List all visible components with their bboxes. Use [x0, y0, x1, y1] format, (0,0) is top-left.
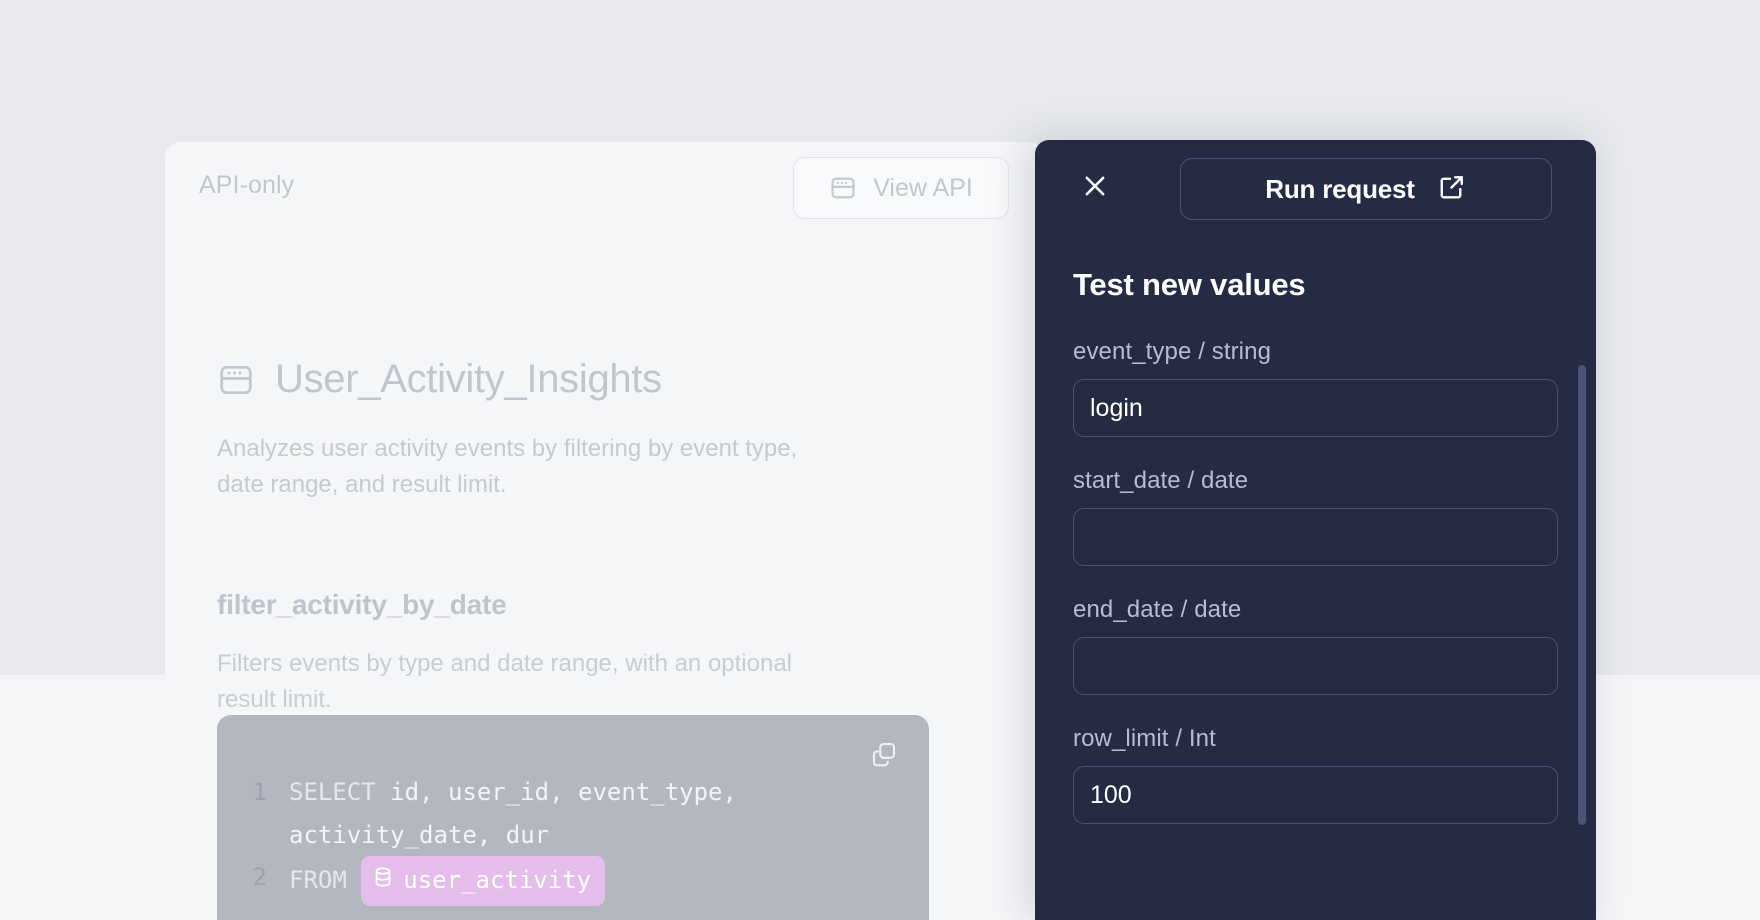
database-icon [372, 859, 394, 902]
parameter-fields: event_type / string start_date / date en… [1073, 338, 1558, 854]
window-icon [217, 361, 255, 399]
copy-icon[interactable] [869, 739, 899, 774]
event-type-input[interactable] [1073, 379, 1558, 437]
field-start-date: start_date / date [1073, 467, 1558, 566]
row-limit-input[interactable] [1073, 766, 1558, 824]
field-label: end_date / date [1073, 596, 1242, 623]
external-link-icon [1437, 172, 1467, 207]
api-only-label: API-only [199, 171, 295, 199]
end-date-input[interactable] [1073, 637, 1558, 695]
app-root: API-only View API User_Activity_Insights… [0, 0, 1760, 920]
test-values-modal: Run request Test new values event_type /… [1035, 140, 1596, 920]
close-button[interactable] [1073, 166, 1117, 210]
page-title-row: User_Activity_Insights [217, 357, 662, 402]
sql-code-block: 1 SELECT id, user_id, event_type, activi… [217, 715, 929, 920]
line-number: 1 [252, 778, 267, 806]
field-event-type: event_type / string [1073, 338, 1558, 437]
view-api-label: View API [873, 173, 973, 202]
view-api-button[interactable]: View API [793, 157, 1009, 219]
page-description: Analyzes user activity events by filteri… [217, 435, 798, 498]
documentation-panel: API-only View API User_Activity_Insights… [165, 142, 1045, 920]
code-lines: 1 SELECT id, user_id, event_type, activi… [217, 771, 929, 907]
field-label: event_type / string [1073, 338, 1272, 365]
sql-keyword: SELECT [289, 778, 376, 806]
table-name: user_activity [403, 866, 592, 895]
function-name: filter_activity_by_date [217, 589, 507, 620]
modal-toolbar: Run request [1035, 140, 1596, 248]
field-end-date: end_date / date [1073, 596, 1558, 695]
page-title: User_Activity_Insights [275, 357, 662, 401]
table-reference-chip[interactable]: user_activity [361, 856, 606, 907]
field-label: start_date / date [1073, 467, 1249, 494]
code-line-content: FROM user_activity [289, 856, 929, 907]
start-date-input[interactable] [1073, 508, 1558, 566]
line-number: 2 [252, 863, 267, 892]
documentation-header: API-only View API [165, 142, 1045, 234]
run-request-label: Run request [1265, 173, 1415, 204]
close-icon [1080, 171, 1110, 206]
field-row-limit: row_limit / Int [1073, 725, 1558, 824]
code-line: 1 SELECT id, user_id, event_type, activi… [217, 771, 929, 856]
code-line-content: SELECT id, user_id, event_type, activity… [289, 771, 929, 856]
window-icon [829, 174, 857, 202]
background-right-strip [1596, 0, 1760, 675]
modal-scrollbar-thumb[interactable] [1578, 365, 1586, 825]
sql-keyword: FROM [289, 866, 347, 895]
function-description: Filters events by type and date range, w… [217, 650, 793, 713]
modal-heading: Test new values [1073, 267, 1306, 302]
run-request-button[interactable]: Run request [1180, 158, 1552, 220]
field-label: row_limit / Int [1073, 725, 1216, 752]
code-line: 2 FROM user_activity [217, 856, 929, 907]
